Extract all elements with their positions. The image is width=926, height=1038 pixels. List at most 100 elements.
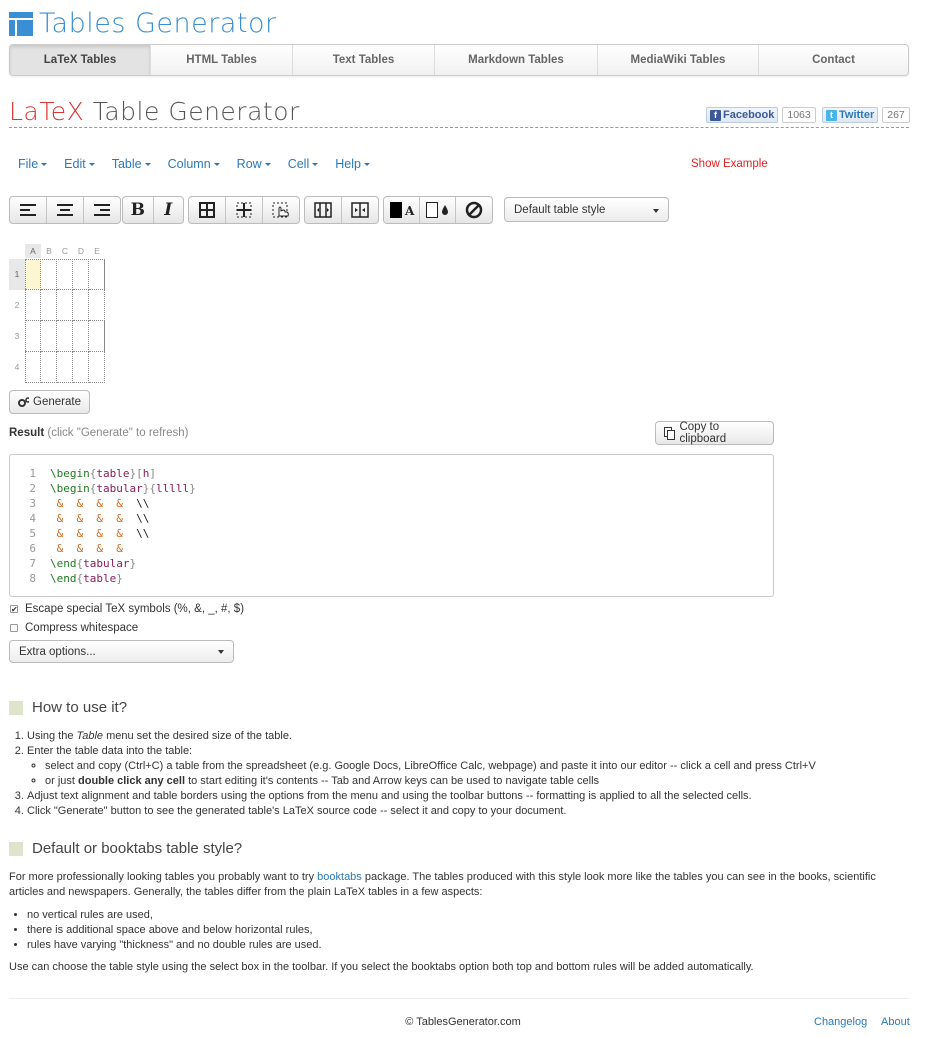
result-hint: (click "Generate" to refresh): [47, 427, 189, 439]
table-cell[interactable]: [41, 352, 57, 383]
bold-icon: B: [130, 200, 145, 220]
nav-html-tables[interactable]: HTML Tables: [151, 45, 293, 75]
merge-cells-button[interactable]: [305, 197, 342, 223]
italic-button[interactable]: I: [154, 197, 184, 223]
all-borders-button[interactable]: [189, 197, 226, 223]
escape-symbols-option[interactable]: ✔ Escape special TeX symbols (%, &, _, #…: [10, 603, 244, 615]
table-logo-icon: [9, 12, 33, 36]
footer-copyright: © TablesGenerator.com: [405, 1016, 521, 1028]
row-header[interactable]: 3: [9, 321, 25, 352]
table-cell[interactable]: [41, 259, 57, 290]
column-header[interactable]: E: [89, 244, 105, 258]
column-header[interactable]: B: [41, 244, 57, 258]
table-cell[interactable]: [25, 352, 41, 383]
about-link[interactable]: About: [881, 1016, 910, 1028]
table-cell[interactable]: [73, 259, 89, 290]
table-cell[interactable]: [89, 259, 105, 290]
nav-latex-tables[interactable]: LaTeX Tables: [10, 45, 151, 75]
column-header[interactable]: D: [73, 244, 89, 258]
text-color-button[interactable]: A: [384, 197, 421, 223]
latex-output-code[interactable]: 1 \begin{table}[h] 2 \begin{tabular}{lllll…: [9, 454, 774, 597]
table-style-select[interactable]: Default table style: [504, 197, 669, 222]
copy-to-clipboard-button[interactable]: Copy to clipboard: [655, 421, 774, 445]
twitter-button[interactable]: t Twitter: [822, 107, 879, 123]
clear-format-button[interactable]: [456, 197, 492, 223]
show-example-link[interactable]: Show Example: [691, 158, 768, 170]
table-cell[interactable]: [41, 290, 57, 321]
line-number: 8: [29, 572, 36, 585]
code-line: 2 \begin{tabular}{lllll}: [10, 481, 195, 496]
list-item: Click "Generate" button to see the gener…: [27, 804, 816, 819]
table-cell[interactable]: [73, 352, 89, 383]
table-cell[interactable]: [57, 352, 73, 383]
nav-markdown-tables[interactable]: Markdown Tables: [435, 45, 598, 75]
table-cell[interactable]: [57, 259, 73, 290]
code-line: 4 & & & & \\: [10, 511, 149, 526]
menu-table-label: Table: [111, 157, 142, 171]
menu-file[interactable]: File: [18, 157, 48, 171]
row-header[interactable]: 2: [9, 290, 25, 321]
main-nav: LaTeX Tables HTML Tables Text Tables Mar…: [9, 44, 909, 76]
step2b-pre: or just: [45, 775, 79, 787]
list-item: there is additional space above and belo…: [27, 923, 322, 938]
menu-cell[interactable]: Cell: [288, 157, 319, 171]
caret-down-icon: [264, 163, 271, 167]
code-line: 6 & & & &: [10, 541, 123, 556]
nav-text-tables[interactable]: Text Tables: [293, 45, 435, 75]
align-center-icon: [57, 204, 73, 216]
extra-options-dropdown[interactable]: Extra options...: [9, 640, 234, 663]
table-cell[interactable]: [89, 290, 105, 321]
merge-group: [304, 196, 379, 224]
site-logo[interactable]: Tables Generator: [9, 8, 277, 39]
generate-button[interactable]: Generate: [9, 390, 90, 414]
table-cell[interactable]: [25, 290, 41, 321]
booktabs-heading: Default or booktabs table style?: [9, 840, 242, 857]
changelog-link[interactable]: Changelog: [814, 1016, 867, 1028]
nav-contact[interactable]: Contact: [759, 45, 908, 75]
facebook-button[interactable]: f Facebook: [706, 107, 779, 123]
generate-label: Generate: [33, 396, 81, 408]
table-cell[interactable]: [73, 321, 89, 352]
table-cell[interactable]: [25, 321, 41, 352]
align-right-button[interactable]: [84, 197, 120, 223]
nav-mediawiki-tables[interactable]: MediaWiki Tables: [598, 45, 759, 75]
extra-options-label: Extra options...: [19, 645, 96, 658]
facebook-count: 1063: [782, 107, 816, 123]
table-cell[interactable]: [57, 290, 73, 321]
menu-table[interactable]: Table: [112, 157, 151, 171]
table-cell[interactable]: [25, 259, 41, 290]
caret-down-icon: [312, 163, 319, 167]
align-center-button[interactable]: [47, 197, 84, 223]
menu-help-label: Help: [335, 157, 361, 171]
howto-heading: How to use it?: [9, 699, 127, 716]
row-header[interactable]: 4: [9, 352, 25, 383]
bold-button[interactable]: B: [123, 197, 154, 223]
menu-edit[interactable]: Edit: [64, 157, 95, 171]
compress-whitespace-checkbox[interactable]: [10, 624, 18, 632]
column-header[interactable]: C: [57, 244, 73, 258]
row-header[interactable]: 1: [9, 259, 25, 290]
table-cell[interactable]: [41, 321, 57, 352]
booktabs-link[interactable]: booktabs: [317, 871, 362, 883]
list-item: Using the Table menu set the desired siz…: [27, 729, 816, 744]
escape-symbols-checkbox[interactable]: ✔: [10, 605, 18, 614]
split-cells-button[interactable]: [342, 197, 378, 223]
table-cell[interactable]: [89, 321, 105, 352]
gears-icon: [18, 396, 30, 407]
border-hand-button[interactable]: [263, 197, 299, 223]
menu-help[interactable]: Help: [335, 157, 370, 171]
column-header[interactable]: A: [25, 244, 41, 258]
table-cell[interactable]: [73, 290, 89, 321]
table-cell[interactable]: [57, 321, 73, 352]
align-left-button[interactable]: [10, 197, 47, 223]
inner-borders-button[interactable]: [226, 197, 263, 223]
copy-label: Copy to clipboard: [679, 421, 727, 445]
menu-column[interactable]: Column: [168, 157, 220, 171]
line-number: 4: [29, 512, 36, 525]
table-cell[interactable]: [89, 352, 105, 383]
booktabs-title: Default or booktabs table style?: [32, 840, 243, 857]
menu-row-label: Row: [236, 157, 262, 171]
menu-row[interactable]: Row: [237, 157, 271, 171]
compress-whitespace-option[interactable]: Compress whitespace: [10, 622, 138, 634]
background-color-button[interactable]: [420, 197, 456, 223]
